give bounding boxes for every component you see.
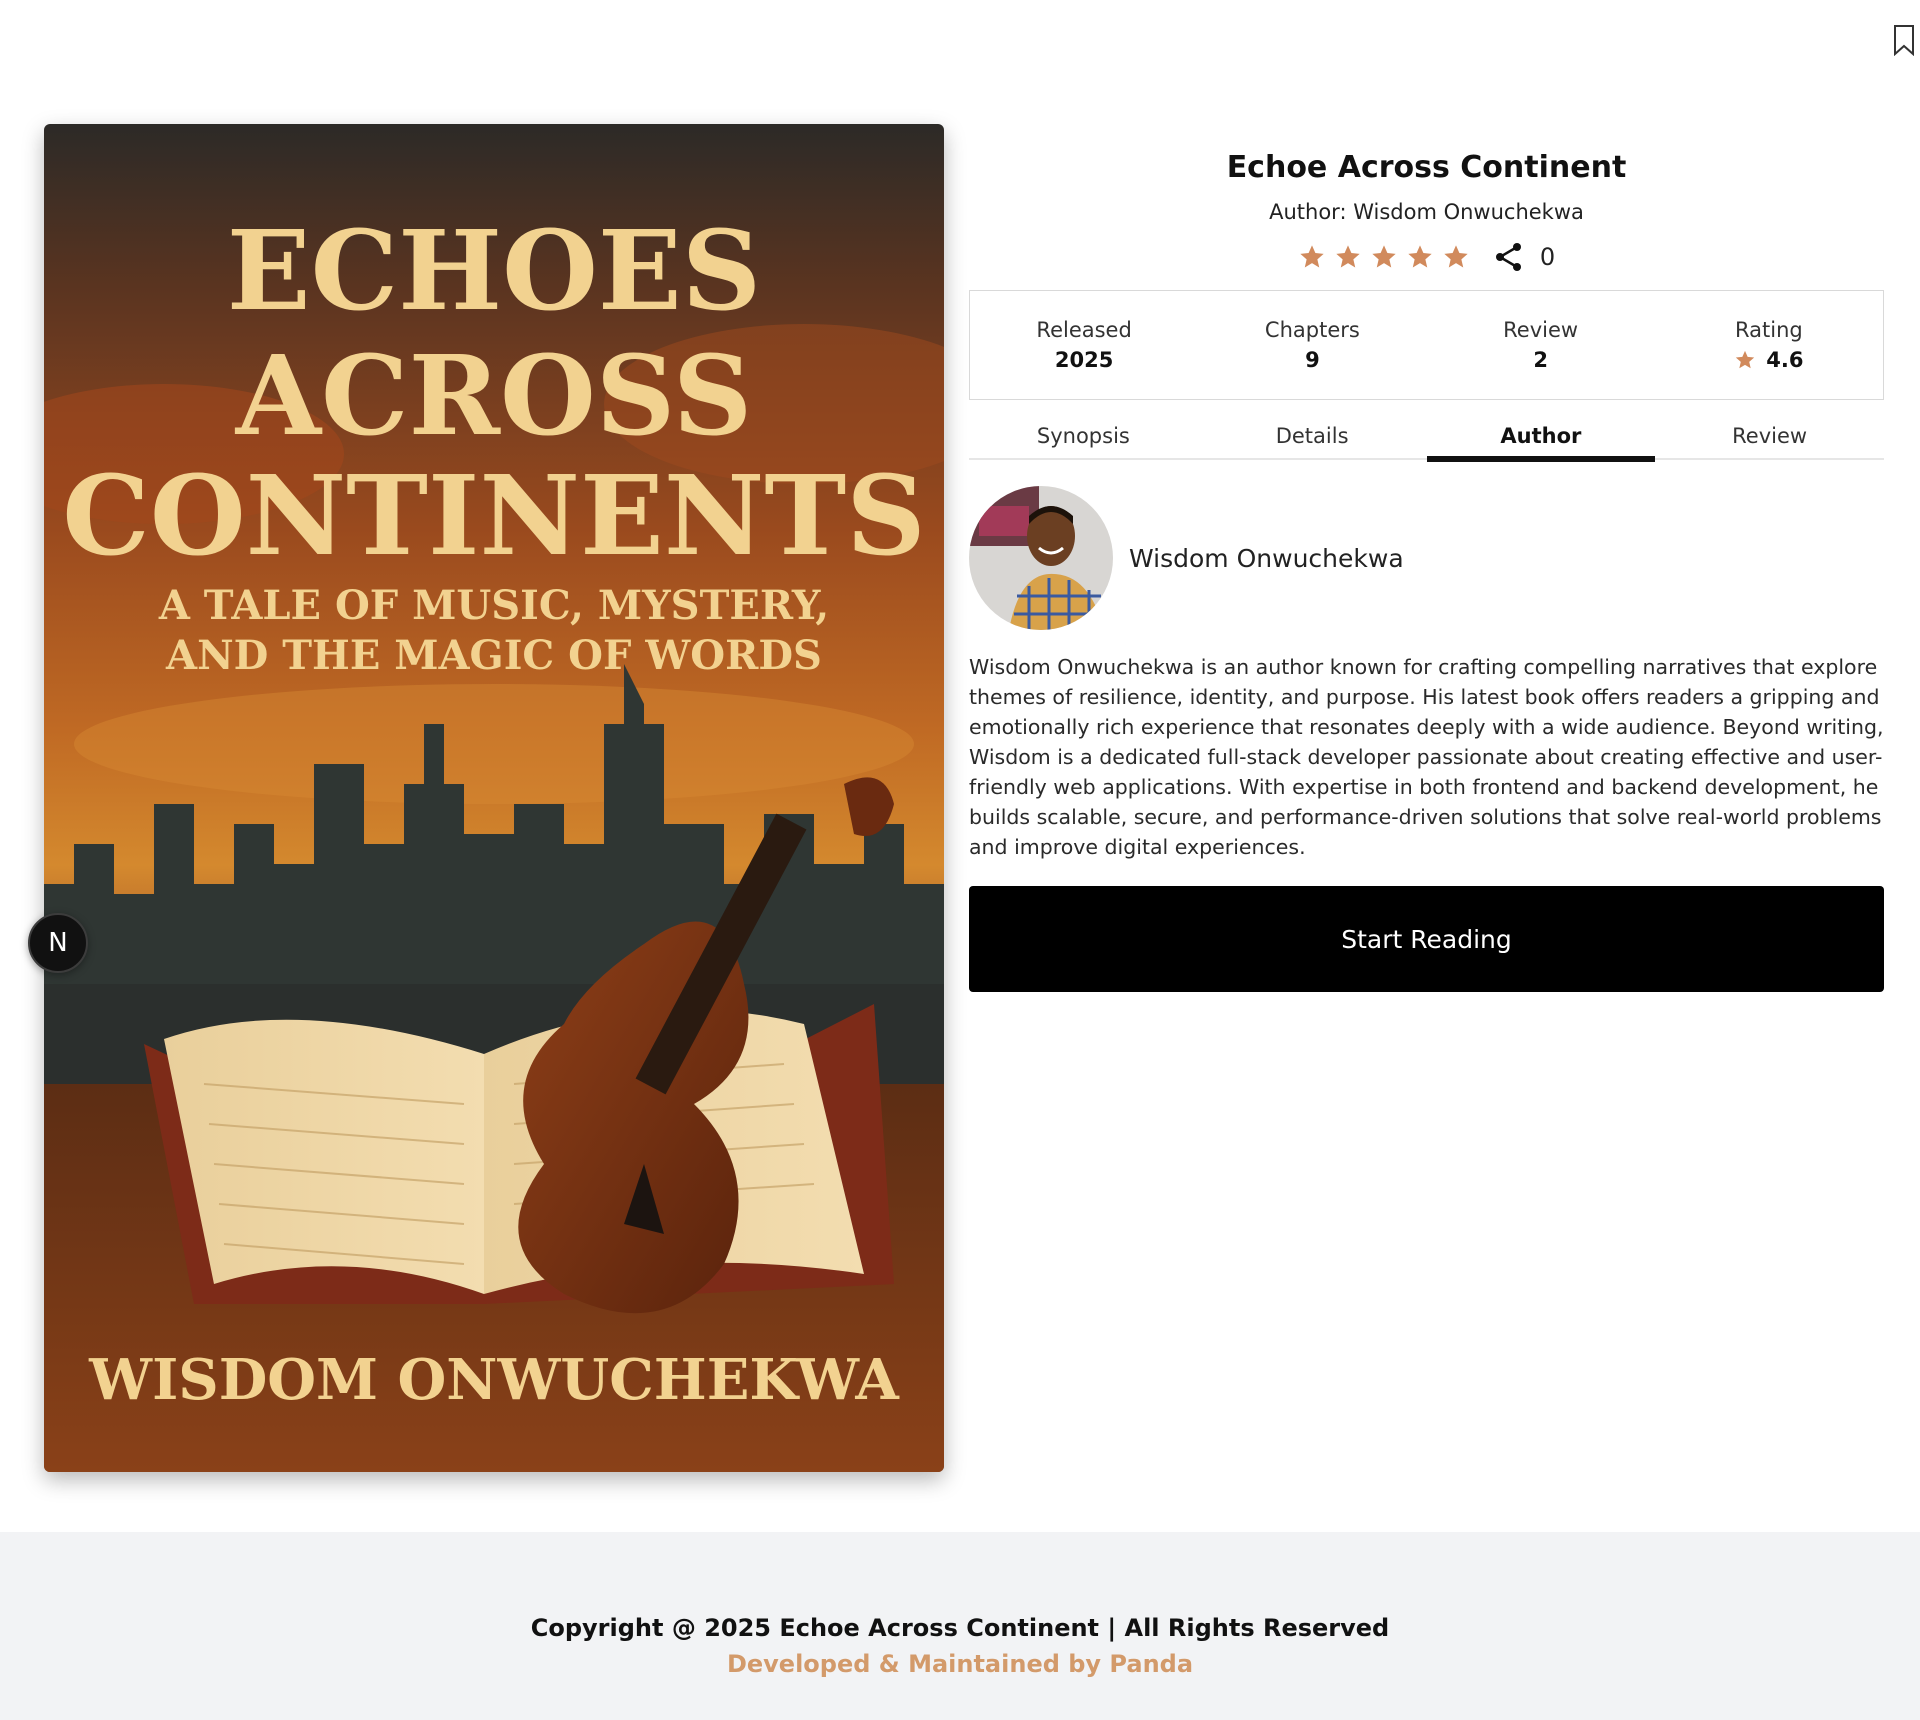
- stat-label: Rating: [1735, 318, 1803, 342]
- stat-released: Released 2025: [970, 318, 1198, 372]
- author-bio: Wisdom Onwuchekwa is an author known for…: [969, 655, 1884, 859]
- stat-value: 2025: [1054, 348, 1114, 372]
- stat-rating-value: 4.6: [1655, 348, 1883, 372]
- star-icon[interactable]: [1406, 243, 1434, 271]
- footer-copyright: Copyright @ 2025 Echoe Across Continent …: [530, 1614, 1390, 1642]
- avatar: [969, 486, 1113, 630]
- book-title: Echoe Across Continent: [1226, 150, 1627, 185]
- stats-box: Released 2025 Chapters 9 Review 2 Rating…: [969, 290, 1884, 400]
- stat-chapters: Chapters 9: [1198, 318, 1426, 372]
- cover-subtitle-line1: A TALE OF MUSIC, MYSTERY,: [158, 582, 829, 629]
- book-cover: ECHOES ACROSS CONTINENTS A TALE OF MUSIC…: [44, 124, 944, 1472]
- tab-author[interactable]: Author: [1426, 420, 1656, 462]
- stat-review: Review 2: [1427, 318, 1655, 372]
- stat-label: Review: [1503, 318, 1579, 342]
- rating-row: 0: [969, 240, 1884, 274]
- start-reading-button[interactable]: Start Reading: [969, 886, 1884, 992]
- stat-rating: Rating 4.6: [1655, 318, 1883, 372]
- footer: Copyright @ 2025 Echoe Across Continent …: [0, 1532, 1920, 1720]
- star-icon[interactable]: [1370, 243, 1398, 271]
- stat-value: 2: [1533, 348, 1548, 372]
- share-icon[interactable]: [1492, 240, 1526, 274]
- stat-value: 9: [1305, 348, 1320, 372]
- star-icon[interactable]: [1334, 243, 1362, 271]
- tab-bar: Synopsis Details Author Review: [969, 420, 1884, 462]
- star-icon[interactable]: [1442, 243, 1470, 271]
- footer-developer-credit[interactable]: Developed & Maintained by Panda: [0, 1650, 1920, 1678]
- book-cover-art: ECHOES ACROSS CONTINENTS A TALE OF MUSIC…: [44, 124, 944, 1472]
- cover-author: WISDOM ONWUCHEKWA: [88, 1347, 900, 1413]
- cover-title-line2: ACROSS: [235, 331, 753, 460]
- cover-title-line3: CONTINENTS: [62, 451, 925, 580]
- star-icon[interactable]: [1298, 243, 1326, 271]
- author-photo: [969, 486, 1113, 630]
- cover-title-line1: ECHOES: [227, 206, 761, 335]
- n-badge-label: N: [48, 928, 68, 958]
- book-details-panel: Echoe Across Continent Author: Wisdom On…: [969, 124, 1884, 992]
- stat-label: Chapters: [1264, 318, 1360, 342]
- share-count: 0: [1539, 243, 1556, 271]
- rating-number: 4.6: [1766, 348, 1804, 372]
- stat-label: Released: [1036, 318, 1132, 342]
- author-name: Wisdom Onwuchekwa: [1129, 543, 1404, 573]
- next-devtools-badge[interactable]: N: [28, 913, 88, 973]
- tab-details[interactable]: Details: [1198, 420, 1427, 458]
- bookmark-icon[interactable]: [1893, 24, 1915, 56]
- star-icon: [1736, 350, 1755, 369]
- tab-synopsis[interactable]: Synopsis: [969, 420, 1198, 458]
- tab-review[interactable]: Review: [1655, 420, 1884, 458]
- author-line: Author: Wisdom Onwuchekwa: [1269, 200, 1584, 224]
- author-profile: Wisdom Onwuchekwa: [969, 486, 1884, 630]
- cover-subtitle-line2: AND THE MAGIC OF WORDS: [165, 632, 822, 679]
